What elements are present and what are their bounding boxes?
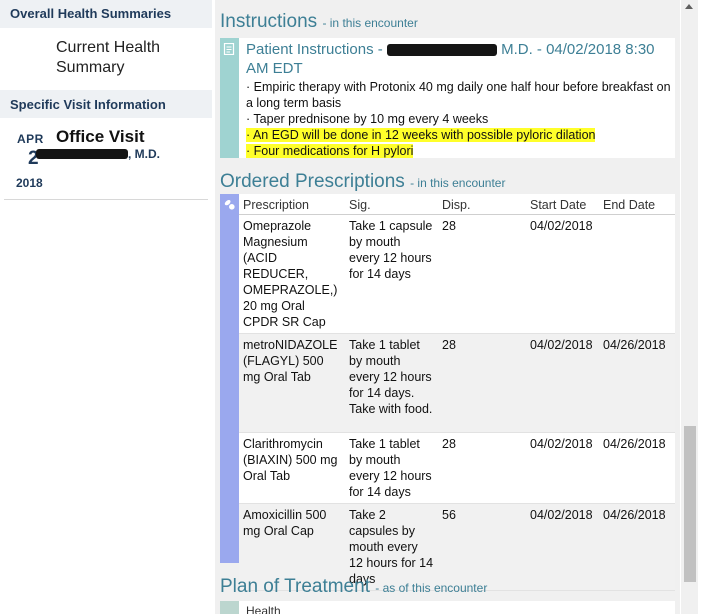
- visit-provider: , M.D.: [36, 147, 160, 161]
- vertical-scrollbar[interactable]: [681, 0, 698, 614]
- cell-sig: Take 1 tablet by mouth every 12 hours fo…: [345, 432, 438, 504]
- pills-icon: [224, 199, 235, 210]
- column-header-sig[interactable]: Sig.: [345, 194, 438, 215]
- plan-first-item: Health: [246, 604, 281, 614]
- plan-title: Plan of Treatment: [220, 576, 370, 597]
- prescriptions-subtitle: - in this encounter: [410, 176, 506, 190]
- table-row: metroNIDAZOLE (FLAGYL) 500 mg Oral Tab T…: [239, 333, 675, 433]
- cell-sig: Take 1 tablet by mouth every 12 hours fo…: [345, 333, 438, 433]
- prescriptions-section-title: Ordered Prescriptions - in this encounte…: [220, 171, 505, 193]
- cell-start-date: 04/02/2018: [526, 333, 599, 433]
- patient-instructions-card: Patient Instructions - M.D. - 04/02/2018…: [220, 38, 675, 158]
- scroll-up-arrow-icon[interactable]: [685, 4, 693, 9]
- cell-end-date: [599, 214, 675, 334]
- cell-end-date: 04/26/2018: [599, 432, 675, 504]
- plan-card: Health: [220, 601, 675, 614]
- app-window: Overall Health Summaries Current Health …: [0, 0, 702, 614]
- instruction-line-highlighted: · Four medications for H pylori: [246, 144, 414, 158]
- cell-end-date: 04/26/2018: [599, 503, 675, 591]
- sidebar-item-current-health-summary[interactable]: Current Health Summary: [0, 28, 212, 90]
- cell-disp: 28: [438, 333, 526, 433]
- document-icon: [223, 43, 235, 55]
- instructions-title: Instructions: [220, 11, 318, 32]
- cell-start-date: 04/02/2018: [526, 432, 599, 504]
- prescriptions-card: Prescription Sig. Disp. Start Date End D…: [220, 194, 675, 591]
- cell-prescription: Clarithromycin (BIAXIN) 500 mg Oral Tab: [239, 432, 345, 504]
- instructions-section-title: Instructions - in this encounter: [220, 11, 418, 33]
- redaction-mark: [36, 149, 128, 159]
- table-header-row: Prescription Sig. Disp. Start Date End D…: [239, 194, 675, 215]
- cell-prescription: Omeprazole Magnesium (ACID REDUCER, OMEP…: [239, 214, 345, 334]
- instructions-subtitle: - in this encounter: [322, 16, 418, 30]
- redaction-mark: [386, 44, 497, 57]
- prescriptions-title: Ordered Prescriptions: [220, 171, 405, 192]
- cell-start-date: 04/02/2018: [526, 503, 599, 591]
- plan-section-title: Plan of Treatment - as of this encounter: [220, 576, 487, 598]
- visit-title: Office Visit: [56, 127, 145, 146]
- sidebar: Overall Health Summaries Current Health …: [0, 0, 212, 614]
- column-header-end-date[interactable]: End Date: [599, 194, 675, 215]
- instruction-line-highlighted: · An EGD will be done in 12 weeks with p…: [246, 128, 596, 142]
- instructions-header-prefix: Patient Instructions -: [246, 41, 383, 58]
- visit-year: 2018: [16, 176, 43, 190]
- visit-month: APR: [17, 132, 44, 146]
- cell-start-date: 04/02/2018: [526, 214, 599, 334]
- instructions-header: Patient Instructions - M.D. - 04/02/2018…: [246, 40, 676, 78]
- cell-sig: Take 1 capsule by mouth every 12 hours f…: [345, 214, 438, 334]
- scrollbar-thumb[interactable]: [684, 426, 696, 582]
- table-row: Clarithromycin (BIAXIN) 500 mg Oral Tab …: [239, 432, 675, 504]
- table-row: Omeprazole Magnesium (ACID REDUCER, OMEP…: [239, 214, 675, 334]
- column-header-prescription[interactable]: Prescription: [239, 194, 345, 215]
- column-header-disp[interactable]: Disp.: [438, 194, 526, 215]
- prescriptions-table: Prescription Sig. Disp. Start Date End D…: [239, 194, 675, 591]
- visit-provider-suffix: , M.D.: [128, 147, 160, 161]
- plan-subtitle: - as of this encounter: [375, 581, 488, 595]
- cell-prescription: metroNIDAZOLE (FLAGYL) 500 mg Oral Tab: [239, 333, 345, 433]
- cell-end-date: 04/26/2018: [599, 333, 675, 433]
- cell-disp: 28: [438, 432, 526, 504]
- sidebar-section-specific-visit: Specific Visit Information: [0, 90, 212, 118]
- instruction-line: · Taper prednisone by 10 mg every 4 week…: [246, 112, 489, 126]
- instructions-body: · Empiric therapy with Protonix 40 mg da…: [246, 79, 676, 159]
- column-header-start-date[interactable]: Start Date: [526, 194, 599, 215]
- instruction-line: · Empiric therapy with Protonix 40 mg da…: [246, 80, 671, 110]
- visit-item[interactable]: APR 2 2018 Office Visit , M.D.: [4, 118, 208, 200]
- main-content: Instructions - in this encounter Patient…: [215, 0, 680, 614]
- cell-disp: 28: [438, 214, 526, 334]
- sidebar-section-overall: Overall Health Summaries: [0, 0, 212, 28]
